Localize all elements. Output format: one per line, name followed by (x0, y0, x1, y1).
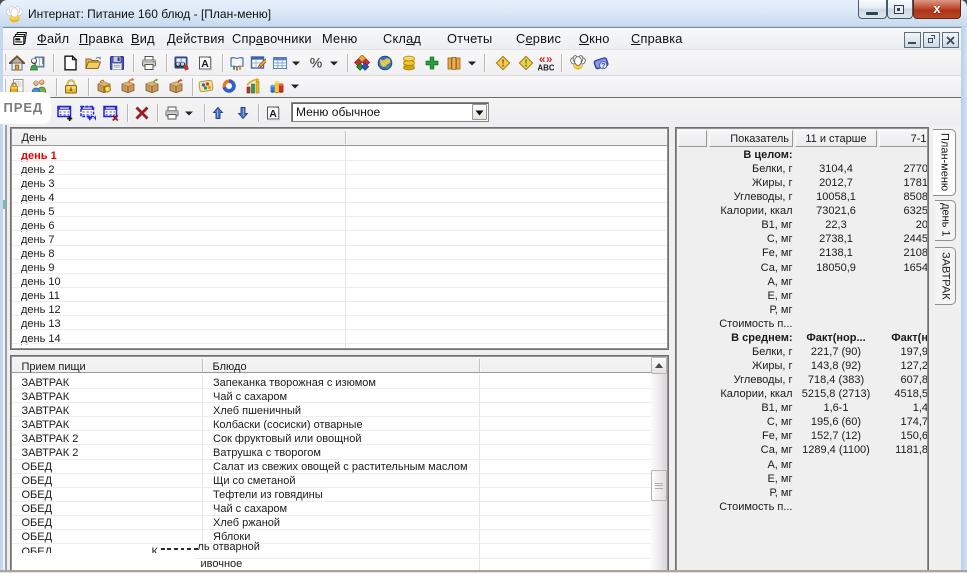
svg-text:!: ! (501, 59, 504, 70)
svg-text:%: % (310, 55, 322, 71)
svg-text:ABC: ABC (538, 64, 554, 72)
svg-text:А: А (201, 58, 209, 70)
svg-text:?: ? (601, 61, 606, 70)
svg-text:А: А (269, 108, 277, 120)
svg-text:!: ! (524, 59, 527, 70)
